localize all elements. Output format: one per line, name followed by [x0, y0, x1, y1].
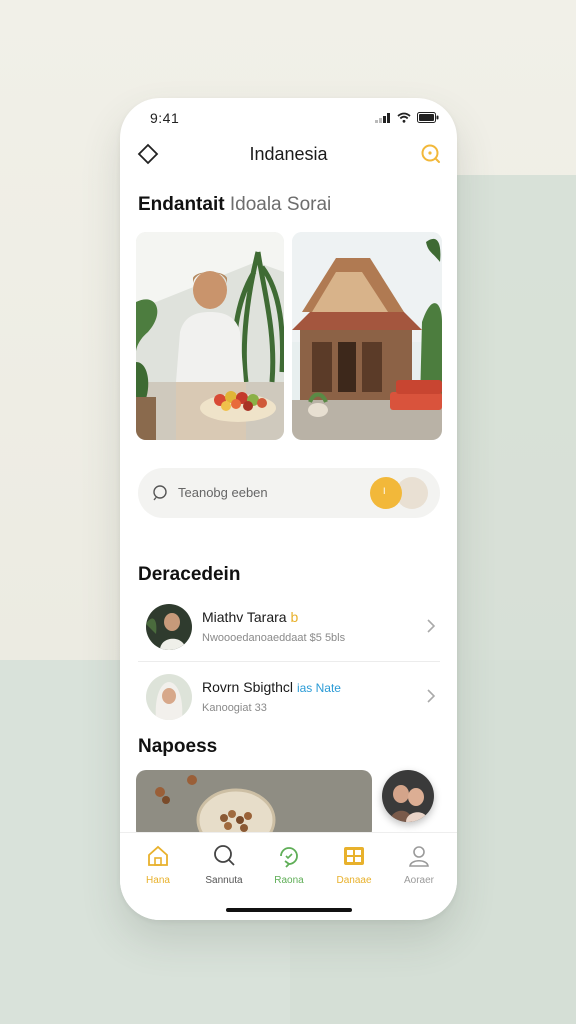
tab-refresh[interactable]: Raona: [259, 843, 319, 886]
list-item-title: Miathv Tarara b: [202, 609, 298, 625]
refresh-icon: [280, 847, 298, 868]
toggle-button[interactable]: I: [370, 477, 402, 509]
person-icon: [409, 846, 429, 867]
tab-label: Raona: [274, 875, 304, 886]
tab-label: Sannuta: [205, 875, 243, 886]
list-item-title-accent: b: [290, 609, 299, 625]
person-photo: [136, 232, 284, 440]
avatar: [146, 604, 192, 650]
list-item-title-text: Rovrn Sbigthcl: [202, 679, 294, 695]
list-item-subtitle: Kanoogiat 33: [202, 702, 267, 714]
list-item-title: Rovrn Sbigthcl ias Nate: [202, 679, 341, 695]
section-title-bold: Endantait: [138, 194, 225, 215]
avatar: [146, 674, 192, 720]
status-time: 9:41: [150, 110, 180, 126]
header: Indanesia: [120, 138, 457, 178]
status-bar: 9:41: [120, 98, 457, 138]
search-icon[interactable]: [419, 142, 443, 166]
couple-avatar-button[interactable]: [382, 770, 434, 822]
list-item-title-text: Miathv Tarara: [202, 609, 287, 625]
tab-label: Hana: [146, 875, 170, 886]
food-photo: [136, 770, 372, 840]
tab-label: Aoraer: [403, 875, 434, 886]
phone-frame: 9:41 Indanesia Endantait Idoala Sorai Te…: [120, 98, 457, 920]
list-item-title-accent: ias Nate: [296, 681, 341, 695]
tab-search[interactable]: Sannuta: [194, 843, 254, 886]
tab-label: Danaae: [336, 875, 372, 886]
battery-icon: [417, 112, 439, 123]
tab-bar: Hana Sannuta Raona Danaae Aoraer: [120, 832, 457, 920]
section-title: Endantait Idoala Sorai: [138, 194, 331, 216]
search-input[interactable]: Teanobg eeben: [178, 485, 268, 500]
section-title-light: Idoala Sorai: [229, 194, 332, 215]
chevron-right-icon: [427, 689, 436, 703]
search-bar[interactable]: Teanobg eeben I: [138, 468, 440, 518]
status-icons: [375, 112, 439, 123]
list-item-subtitle: Nwoooedanoaeddaat $5 5bls: [202, 632, 346, 644]
page-title: Indanesia: [249, 144, 328, 164]
chevron-right-icon: [427, 619, 436, 633]
search-bar-icon: [153, 485, 167, 501]
tab-profile[interactable]: Aoraer: [389, 843, 449, 886]
house-photo: [292, 232, 442, 440]
food-card[interactable]: [136, 770, 372, 840]
home-indicator[interactable]: [226, 908, 352, 912]
tab-home[interactable]: Hana: [128, 843, 188, 886]
photo-card-person[interactable]: [136, 232, 284, 440]
list-item[interactable]: Miathv Tarara b Nwoooedanoaeddaat $5 5bl…: [138, 594, 440, 660]
toggle-label: I: [383, 486, 386, 496]
search-icon: [214, 845, 235, 866]
section-title-napoess: Napoess: [138, 736, 218, 757]
list-item[interactable]: Rovrn Sbigthcl ias Nate Kanoogiat 33: [138, 664, 440, 730]
tab-grid[interactable]: Danaae: [324, 843, 384, 886]
home-icon: [148, 845, 168, 866]
photo-card-house[interactable]: [292, 232, 442, 440]
signal-icon: [375, 112, 390, 123]
list-divider: [138, 661, 440, 662]
wifi-icon: [397, 112, 411, 123]
list-section-title: Deracedein: [138, 564, 241, 585]
grid-icon: [344, 847, 364, 865]
